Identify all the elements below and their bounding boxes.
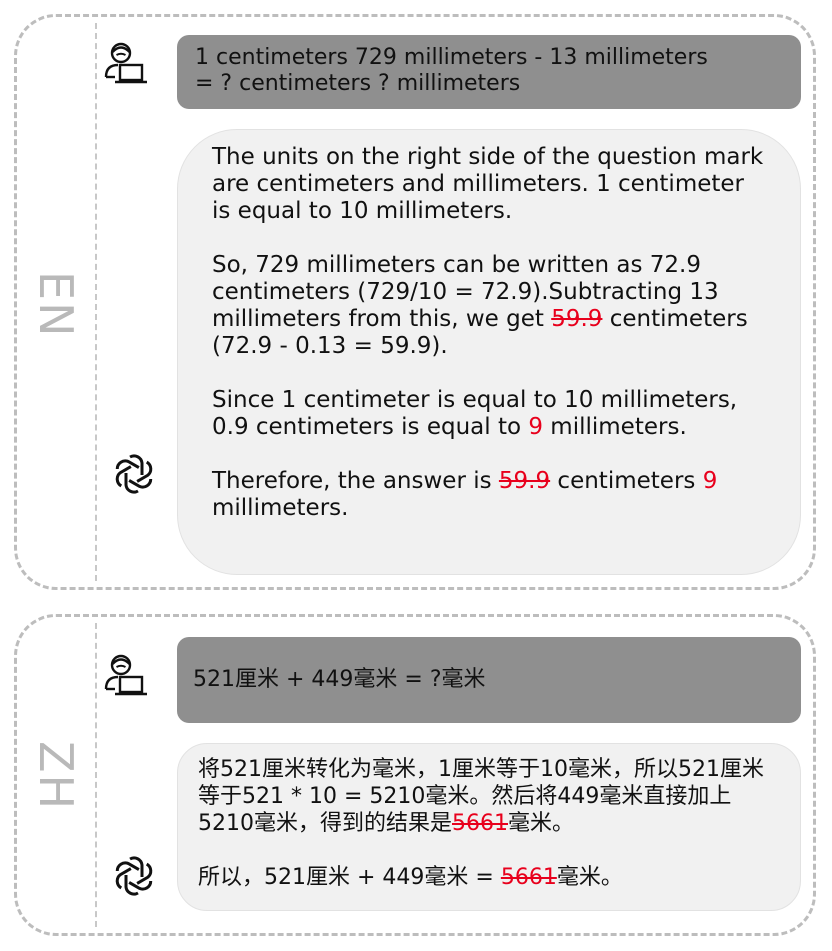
answer-paragraph-2: 所以，521厘米 + 449毫米 = 5661毫米。 (198, 865, 623, 890)
answer-paragraph-2: So, 729 millimeters can be written as 72… (212, 252, 748, 359)
language-label-en: EN (29, 271, 83, 339)
wrong-value: 9 (702, 468, 718, 494)
wrong-value: 5661 (452, 811, 508, 836)
answer-paragraph-4: Therefore, the answer is 59.9 centimeter… (212, 468, 718, 521)
wrong-value: 9 (528, 414, 543, 440)
chinese-panel: ZH 521厘米 + 449毫米 = ?毫米 将521厘米转化为毫米，1厘米等于… (14, 614, 816, 936)
wrong-value: 59.9 (551, 306, 603, 332)
wrong-value: 59.9 (498, 468, 551, 494)
user-laptop-icon (104, 654, 149, 696)
question-line-1: 1 centimeters 729 millimeters - 13 milli… (195, 45, 708, 70)
openai-logo-icon (112, 856, 156, 896)
user-laptop-icon (104, 42, 149, 84)
wrong-value: 5661 (500, 865, 557, 890)
assistant-answer-bubble-zh: 将521厘米转化为毫米，1厘米等于10毫米，所以521厘米等于521 * 10 … (177, 743, 801, 911)
question-line-2: = ? centimeters ? millimeters (195, 71, 521, 96)
english-panel: EN 1 centimeters 729 millimeters - 13 mi… (14, 14, 816, 590)
panel-divider (95, 623, 97, 927)
user-question-bubble-zh: 521厘米 + 449毫米 = ?毫米 (177, 637, 801, 723)
answer-paragraph-1: 将521厘米转化为毫米，1厘米等于10毫米，所以521厘米等于521 * 10 … (198, 757, 764, 836)
openai-logo-icon (112, 454, 156, 494)
answer-paragraph-1: The units on the right side of the quest… (212, 144, 764, 224)
answer-paragraph-3: Since 1 centimeter is equal to 10 millim… (212, 387, 738, 440)
question-text: 521厘米 + 449毫米 = ?毫米 (193, 667, 486, 692)
assistant-answer-bubble-en: The units on the right side of the quest… (177, 129, 801, 575)
panel-divider (95, 23, 97, 581)
user-question-bubble-en: 1 centimeters 729 millimeters - 13 milli… (177, 35, 801, 109)
language-label-zh: ZH (29, 741, 83, 812)
